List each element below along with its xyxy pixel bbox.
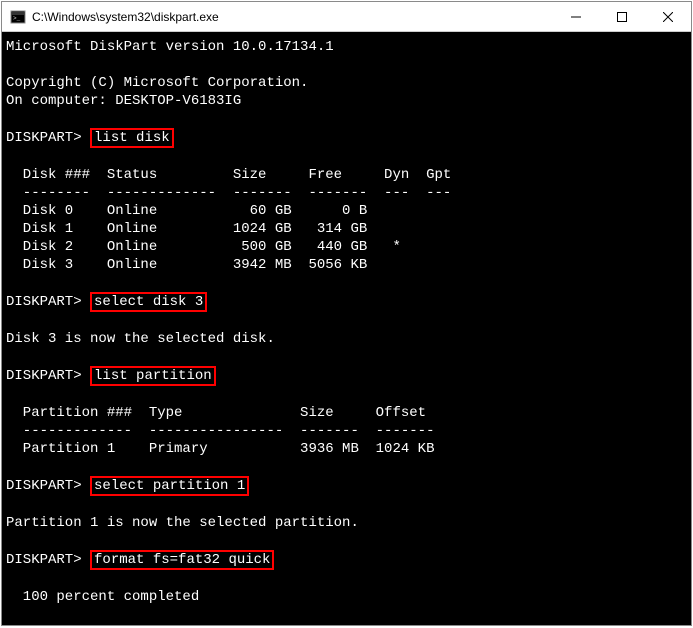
disk-table-header: Disk ### Status Size Free Dyn Gpt [6, 167, 451, 183]
command-list-disk: list disk [90, 128, 174, 148]
disk-table-divider: -------- ------------- ------- ------- -… [6, 185, 451, 201]
app-window: >_ C:\Windows\system32\diskpart.exe Micr… [1, 1, 692, 626]
prompt: DISKPART> [6, 478, 82, 494]
msg-select-disk: Disk 3 is now the selected disk. [6, 331, 275, 347]
disk-row: Disk 3 Online 3942 MB 5056 KB [6, 257, 367, 273]
window-title: C:\Windows\system32\diskpart.exe [32, 10, 553, 24]
prompt: DISKPART> [6, 130, 82, 146]
command-list-partition: list partition [90, 366, 216, 386]
partition-table-header: Partition ### Type Size Offset [6, 405, 426, 421]
close-button[interactable] [645, 2, 691, 31]
titlebar: >_ C:\Windows\system32\diskpart.exe [2, 2, 691, 32]
prompt: DISKPART> [6, 552, 82, 568]
partition-table-divider: ------------- ---------------- ------- -… [6, 423, 434, 439]
command-select-disk: select disk 3 [90, 292, 207, 312]
prompt: DISKPART> [6, 294, 82, 310]
version-line: Microsoft DiskPart version 10.0.17134.1 [6, 39, 334, 55]
computer-line: On computer: DESKTOP-V6183IG [6, 93, 241, 109]
command-select-partition: select partition 1 [90, 476, 249, 496]
svg-text:>_: >_ [13, 15, 21, 22]
window-controls [553, 2, 691, 31]
app-icon: >_ [10, 9, 26, 25]
command-format: format fs=fat32 quick [90, 550, 274, 570]
minimize-button[interactable] [553, 2, 599, 31]
terminal-output[interactable]: Microsoft DiskPart version 10.0.17134.1 … [2, 32, 691, 625]
disk-row: Disk 1 Online 1024 GB 314 GB [6, 221, 367, 237]
disk-row: Disk 2 Online 500 GB 440 GB * [6, 239, 401, 255]
prompt: DISKPART> [6, 368, 82, 384]
maximize-button[interactable] [599, 2, 645, 31]
msg-format-progress: 100 percent completed [6, 589, 199, 605]
disk-row: Disk 0 Online 60 GB 0 B [6, 203, 367, 219]
partition-row: Partition 1 Primary 3936 MB 1024 KB [6, 441, 434, 457]
copyright-line: Copyright (C) Microsoft Corporation. [6, 75, 308, 91]
msg-select-partition: Partition 1 is now the selected partitio… [6, 515, 359, 531]
